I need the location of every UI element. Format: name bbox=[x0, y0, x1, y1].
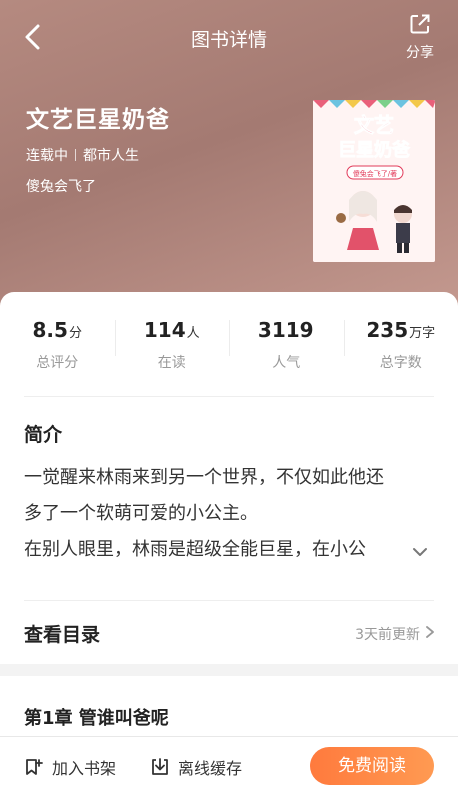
book-title: 文艺巨星奶爸 bbox=[26, 107, 170, 133]
stat-readers: 114人 在读 bbox=[114, 292, 230, 396]
first-chapter-row[interactable]: 第1章 管谁叫爸呢 bbox=[0, 676, 458, 736]
share-icon bbox=[410, 14, 430, 34]
intro-text[interactable]: 一觉醒来林雨来到另一个世界，不仅如此他还 多了一个软萌可爱的小公主。 在别人眼里… bbox=[24, 460, 436, 568]
stat-value: 114 bbox=[143, 318, 186, 342]
book-info-card: 8.5分 总评分 114人 在读 3119 人气 235万字 总字数 简介 一觉… bbox=[0, 292, 458, 664]
table-of-contents-row[interactable]: 查看目录 3天前更新 bbox=[0, 600, 458, 664]
toc-heading: 查看目录 bbox=[24, 624, 101, 646]
book-stats: 8.5分 总评分 114人 在读 3119 人气 235万字 总字数 bbox=[0, 292, 458, 396]
bottom-action-bar: 加入书架 离线缓存 免费阅读 bbox=[0, 736, 458, 794]
download-icon bbox=[152, 758, 168, 775]
stat-unit: 分 bbox=[68, 326, 82, 341]
top-navigation-bar: 图书详情 分享 bbox=[0, 0, 458, 80]
stat-label: 在读 bbox=[157, 355, 186, 371]
stat-unit: 人 bbox=[186, 326, 200, 341]
stat-label: 总评分 bbox=[36, 355, 79, 371]
cover-title-line-1: 文艺 bbox=[354, 113, 394, 137]
free-read-button[interactable]: 免费阅读 bbox=[310, 747, 434, 785]
cover-author-tag: 傻兔会飞了/著 bbox=[353, 169, 397, 178]
share-label: 分享 bbox=[406, 45, 434, 61]
stat-rating: 8.5分 总评分 bbox=[0, 292, 115, 396]
book-status: 连载中 bbox=[26, 148, 68, 164]
offline-cache-button[interactable]: 离线缓存 bbox=[150, 755, 242, 779]
add-to-shelf-label: 加入书架 bbox=[52, 759, 117, 778]
stat-word-count: 235万字 总字数 bbox=[343, 292, 458, 396]
book-meta: 连载中 都市人生 bbox=[26, 145, 139, 165]
stat-label: 总字数 bbox=[379, 355, 422, 371]
offline-cache-label: 离线缓存 bbox=[178, 759, 243, 778]
book-author: 傻兔会飞了 bbox=[26, 179, 96, 195]
chevron-right-icon bbox=[426, 626, 434, 638]
page-title: 图书详情 bbox=[190, 29, 267, 51]
book-category: 都市人生 bbox=[83, 148, 139, 164]
chevron-down-icon bbox=[413, 548, 427, 556]
intro-line: 多了一个软萌可爱的小公主。 bbox=[24, 503, 258, 524]
intro-line: 在别人眼里，林雨是超级全能巨星，在小公 bbox=[24, 539, 366, 560]
toc-update-time: 3天前更新 bbox=[355, 627, 420, 643]
stat-popularity: 3119 人气 bbox=[229, 292, 344, 396]
share-button[interactable]: 分享 bbox=[400, 12, 440, 62]
stat-value: 3119 bbox=[257, 318, 314, 342]
stat-label: 人气 bbox=[272, 355, 301, 371]
stat-unit: 万字 bbox=[409, 326, 436, 341]
intro-heading: 简介 bbox=[24, 424, 63, 446]
expand-intro-button[interactable] bbox=[410, 542, 430, 562]
add-to-shelf-button[interactable]: 加入书架 bbox=[24, 755, 116, 779]
meta-divider bbox=[75, 149, 76, 161]
stat-value: 235 bbox=[366, 318, 409, 342]
book-cover[interactable]: 文艺 巨星奶爸 傻兔会飞了/著 bbox=[313, 100, 435, 262]
stat-value: 8.5 bbox=[32, 318, 68, 342]
chapter-title: 第1章 管谁叫爸呢 bbox=[24, 708, 169, 729]
intro-line: 一觉醒来林雨来到另一个世界，不仅如此他还 bbox=[24, 467, 384, 488]
bookshelf-add-icon bbox=[26, 759, 43, 775]
cover-title-line-2: 巨星奶爸 bbox=[338, 139, 410, 161]
section-divider bbox=[24, 396, 434, 397]
book-cover-illustration: 文艺 巨星奶爸 傻兔会飞了/著 bbox=[313, 100, 435, 262]
